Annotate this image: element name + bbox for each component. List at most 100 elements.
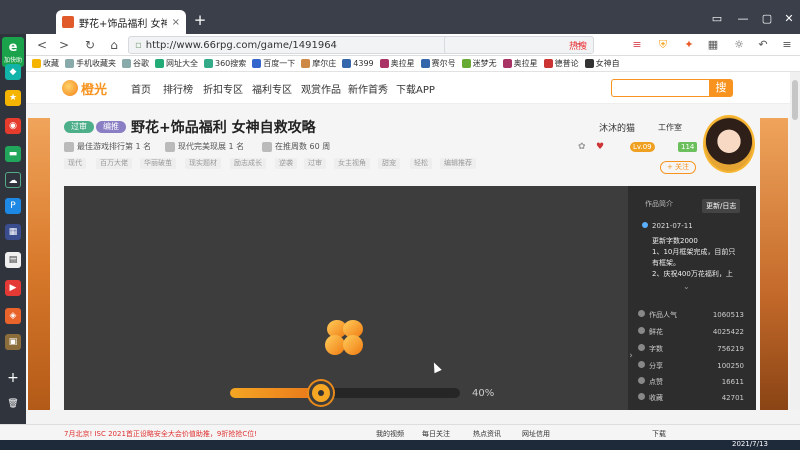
bookmark-item[interactable]: 摩尔庄 — [301, 58, 336, 69]
p-app-icon[interactable]: P — [5, 198, 21, 214]
meta-text: 现代完美现展 1 名 — [178, 142, 245, 151]
bookmark-item[interactable]: 女神自 — [584, 58, 620, 69]
bookmark-label: 女神自 — [595, 59, 620, 68]
update-line: 更新字数2000 — [652, 237, 698, 245]
stat-label: 收藏 — [649, 394, 663, 402]
star-icon[interactable]: ★ — [5, 90, 21, 106]
stat-label: 作品人气 — [649, 311, 677, 319]
tag-chip[interactable]: 轻松 — [410, 158, 432, 169]
author-name[interactable]: 沐沐的猫 — [599, 121, 635, 134]
bookmark-item[interactable]: 手机收藏夹 — [65, 58, 116, 69]
doc-icon[interactable]: ▤ — [5, 252, 21, 268]
game-player[interactable] — [64, 186, 628, 410]
right-banner-art — [760, 118, 788, 410]
weibo-icon[interactable]: ◉ — [5, 118, 21, 134]
tab-intro[interactable]: 作品简介 — [645, 199, 673, 209]
nav-download-app[interactable]: 下载APP — [396, 81, 435, 96]
shield-icon[interactable]: ⛨ — [656, 38, 670, 52]
bookmark-item[interactable]: 赛尔号 — [420, 58, 456, 69]
game-pad-icon[interactable]: ✦ — [682, 38, 696, 52]
tag-chip[interactable]: 百万大佬 — [96, 158, 132, 169]
apps-grid-icon[interactable]: ▦ — [706, 38, 720, 52]
page-scrollbar[interactable] — [790, 72, 800, 410]
cloud-icon[interactable]: ☁ — [5, 172, 21, 188]
tab-update-log[interactable]: 更新/日志 — [702, 199, 741, 213]
nav-ranking[interactable]: 排行榜 — [163, 81, 193, 96]
status-hot-news[interactable]: 热点资讯 — [473, 429, 501, 439]
bookmark-item[interactable]: 迷梦无 — [461, 58, 497, 69]
bookmark-item[interactable]: 收藏 — [32, 58, 59, 69]
nav-discount[interactable]: 折扣专区 — [203, 81, 243, 96]
browser-status-bar: 7月北京! ISC 2021首正设略安全大会价值助推，9折抢抢C位! 我的视频 … — [0, 424, 800, 440]
undo-icon[interactable]: ↶ — [756, 38, 770, 52]
status-site-credit[interactable]: 网址信用 — [522, 429, 550, 439]
menu-icon[interactable]: ≡ — [630, 38, 644, 52]
close-tab-icon[interactable]: × — [172, 17, 180, 28]
folder-icon — [65, 59, 74, 68]
site-icon — [379, 59, 389, 68]
studio-link[interactable]: 工作室 — [658, 122, 682, 133]
new-tab-button[interactable]: + — [192, 12, 208, 28]
game-icon[interactable]: ◈ — [5, 308, 21, 324]
bookmark-label: 网址大全 — [166, 59, 198, 68]
tag-chip[interactable]: 现代 — [64, 158, 86, 169]
add-icon[interactable]: + — [5, 370, 21, 386]
tag-chip[interactable]: 励志成长 — [230, 158, 266, 169]
stat-label: 字数 — [649, 345, 663, 353]
app-icon-1[interactable]: ◆ — [5, 64, 21, 80]
news-ticker[interactable]: 7月北京! ISC 2021首正设略安全大会价值助推，9折抢抢C位! — [64, 429, 257, 439]
nav-new-debut[interactable]: 新作首秀 — [348, 81, 388, 96]
nav-welfare[interactable]: 福利专区 — [252, 81, 292, 96]
chevron-down-icon[interactable]: ⌄ — [683, 282, 690, 291]
maximize-button[interactable]: ▢ — [758, 12, 776, 26]
address-bar[interactable]: ▫ http://www.66rpg.com/game/1491964 — [128, 36, 458, 54]
progress-percent: 40% — [472, 388, 495, 399]
site-logo[interactable]: 橙光 — [62, 79, 107, 98]
back-button[interactable]: < — [34, 37, 50, 53]
folder-icon[interactable]: ▬ — [5, 146, 21, 162]
site-search-input[interactable] — [611, 79, 711, 97]
author-avatar[interactable] — [703, 115, 755, 173]
bookmark-item[interactable]: 4399 — [342, 59, 374, 68]
tag-chip[interactable]: 女主视角 — [334, 158, 370, 169]
more-menu-icon[interactable]: ≡ — [780, 38, 794, 52]
nav-home[interactable]: 首页 — [131, 81, 151, 96]
scrollbar-thumb[interactable] — [792, 80, 798, 120]
status-daily-follow[interactable]: 每日关注 — [422, 429, 450, 439]
browser-tab[interactable]: 野花+饰品福利 女神自救攻略 × — [56, 10, 186, 34]
refresh-button[interactable]: ↻ — [82, 37, 98, 53]
close-window-button[interactable]: ✕ — [780, 12, 798, 26]
video-icon[interactable]: ▶ — [5, 280, 21, 296]
forward-button[interactable]: > — [56, 37, 72, 53]
tag-chip[interactable]: 华丽破茧 — [140, 158, 176, 169]
tag-chip[interactable]: 编辑推荐 — [440, 158, 476, 169]
bookmark-item[interactable]: 360搜索 — [204, 58, 246, 69]
home-button[interactable]: ⌂ — [106, 37, 122, 53]
bookmark-item[interactable]: 奥拉星 — [379, 58, 415, 69]
nav-watch[interactable]: 观赏作品 — [301, 81, 341, 96]
bookmark-label: 360搜索 — [215, 59, 247, 68]
tag-chip[interactable]: 逆袭 — [275, 158, 297, 169]
bookmark-item[interactable]: 奥拉星 — [502, 58, 538, 69]
status-my-video[interactable]: 我的视频 — [376, 429, 404, 439]
brightness-icon[interactable]: ☼ — [732, 38, 746, 52]
tag-chip[interactable]: 现实题材 — [185, 158, 221, 169]
restore-icon[interactable]: ▭ — [708, 12, 726, 26]
trash-icon[interactable]: 🗑 — [5, 396, 21, 412]
bookmark-item[interactable]: 百度一下 — [252, 58, 295, 69]
tag-chip[interactable]: 甜宠 — [378, 158, 400, 169]
download-button[interactable]: 下载 — [652, 429, 666, 439]
collapse-panel-button[interactable]: › — [626, 344, 636, 368]
grid-app-icon[interactable]: ▦ — [5, 224, 21, 240]
site-header: 橙光 首页 排行榜 折扣专区 福利专区 观赏作品 新作首秀 下载APP 搜 — [26, 72, 790, 104]
site-search-button[interactable]: 搜 — [709, 79, 733, 97]
accelerator-badge[interactable]: e 加快助手 — [2, 37, 24, 73]
bookmark-item[interactable]: 德普论 — [543, 58, 579, 69]
follow-button[interactable]: + 关注 — [660, 161, 696, 174]
bookmark-item[interactable]: 网址大全 — [155, 58, 198, 69]
bookmark-item[interactable]: 谷歌 — [122, 58, 149, 69]
shop-icon[interactable]: ▣ — [5, 334, 21, 350]
minimize-button[interactable]: — — [734, 12, 752, 26]
tag-chip[interactable]: 过审 — [304, 158, 326, 169]
scissors-icon[interactable]: ✂ — [572, 38, 586, 52]
